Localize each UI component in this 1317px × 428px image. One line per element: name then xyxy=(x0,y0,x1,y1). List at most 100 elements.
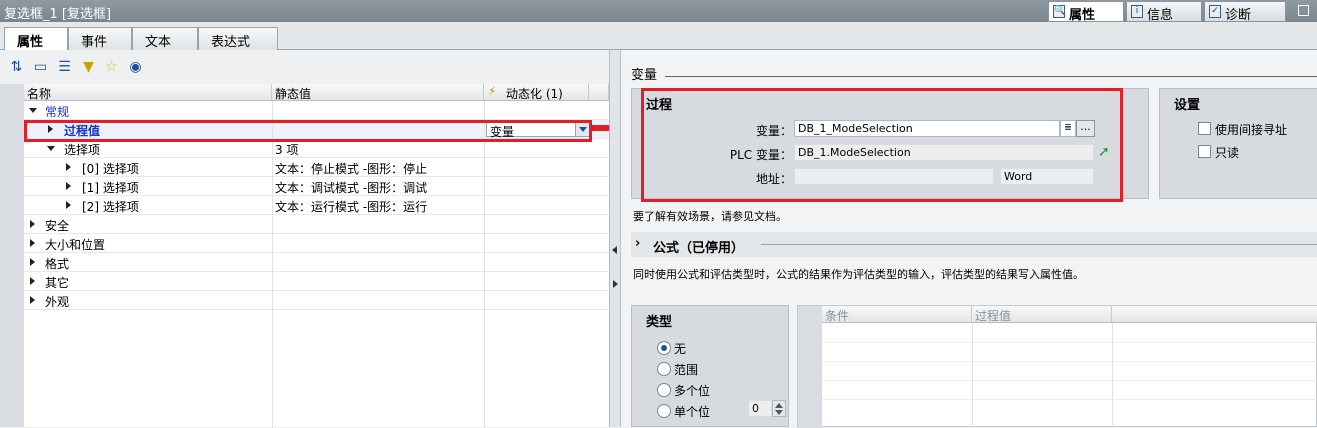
stepper-up-icon[interactable] xyxy=(775,403,783,408)
collapsed-arrow-icon[interactable] xyxy=(66,163,71,171)
row-static-value: 文本：调试模式 -图形：调试 xyxy=(275,181,428,195)
detail-pane: 变量 过程 变量： DB_1_ModeSelection ≣ ... PLC 变… xyxy=(621,50,1317,428)
row-name: 格式 xyxy=(45,257,70,271)
documentation-note: 要了解有效场景，请参见文档。 xyxy=(633,210,787,223)
type-radio-single-bit[interactable] xyxy=(657,404,671,418)
row-name: [0] 选择项 xyxy=(82,162,139,176)
tab-texts[interactable]: 文本 xyxy=(132,27,198,50)
tab-properties-inspector[interactable]: 🔍 属性 xyxy=(1048,1,1124,23)
column-divider xyxy=(972,323,973,428)
collapsed-arrow-icon[interactable] xyxy=(30,239,35,247)
indirect-addressing-checkbox[interactable] xyxy=(1198,122,1211,135)
formula-section-header[interactable]: › 公式（已停用） xyxy=(631,232,1317,257)
row-divider xyxy=(822,399,1317,400)
window-title: 复选框_1 [复选框] xyxy=(4,7,112,22)
info-icon: i xyxy=(1131,5,1143,18)
indirect-addressing-label: 使用间接寻址 xyxy=(1215,123,1288,137)
expand-arrow-icon[interactable] xyxy=(29,108,37,113)
grid-row-item-0[interactable]: [0] 选择项 文本：停止模式 -图形：停止 xyxy=(24,158,609,177)
tab-properties[interactable]: 属性 xyxy=(4,27,68,51)
tab-events[interactable]: 事件 xyxy=(68,27,132,50)
grid-row-format[interactable]: 格式 xyxy=(24,253,609,272)
property-toolbar: ⇅ ▭ ☰ ▼ ☆ ◉ xyxy=(0,50,609,84)
grid-row-size-position[interactable]: 大小和位置 xyxy=(24,234,609,253)
property-list-pane: ⇅ ▭ ☰ ▼ ☆ ◉ 名称 静态值 ⚡ 动态化 (1) 常规 过程值 变量 选… xyxy=(0,50,609,427)
collapsed-arrow-icon[interactable] xyxy=(30,277,35,285)
column-divider xyxy=(484,310,485,427)
column-header-process-value[interactable]: 过程值 xyxy=(972,306,1112,323)
section-divider xyxy=(761,244,1317,245)
row-name: [2] 选择项 xyxy=(82,200,139,214)
show-hide-eye-icon[interactable]: ◉ xyxy=(127,59,144,76)
grid-row-gutter xyxy=(0,84,24,427)
diagnostics-icon: ✓ xyxy=(1209,5,1221,18)
column-header-name[interactable]: 名称 xyxy=(24,84,272,101)
grid-row-appearance[interactable]: 外观 xyxy=(24,291,609,310)
row-static-value: 文本：运行模式 -图形：运行 xyxy=(275,200,428,214)
column-header-static[interactable]: 静态值 xyxy=(272,84,484,101)
expand-arrow-icon[interactable] xyxy=(47,146,55,151)
row-name: 选择项 xyxy=(64,143,101,157)
pane-splitter[interactable] xyxy=(609,50,621,427)
row-divider xyxy=(822,380,1317,381)
grid-row-general[interactable]: 常规 xyxy=(24,101,609,120)
tab-expressions[interactable]: 表达式 xyxy=(198,27,278,50)
collapsed-arrow-icon[interactable] xyxy=(30,258,35,266)
readonly-label: 只读 xyxy=(1215,146,1240,160)
restore-window-icon[interactable] xyxy=(1298,5,1309,16)
properties-icon: 🔍 xyxy=(1053,5,1066,18)
table-row-gutter xyxy=(798,306,822,428)
condition-table: 条件 过程值 xyxy=(797,305,1317,428)
type-radio-range[interactable] xyxy=(657,362,671,376)
favorites-star-icon[interactable]: ☆ xyxy=(103,59,120,76)
column-header-condition[interactable]: 条件 xyxy=(822,306,972,323)
bit-stepper[interactable] xyxy=(772,400,786,417)
column-divider xyxy=(272,310,273,427)
type-radio-none[interactable] xyxy=(657,341,671,355)
collapse-left-icon[interactable] xyxy=(612,246,617,254)
collapsed-arrow-icon[interactable] xyxy=(66,201,71,209)
row-name: 外观 xyxy=(45,295,70,309)
collapse-right-icon[interactable] xyxy=(613,280,618,288)
property-tabs: 属性 事件 文本 表达式 xyxy=(0,22,1317,51)
row-name: 大小和位置 xyxy=(45,238,106,252)
section-title-variable: 变量 xyxy=(631,68,658,83)
grid-row-other[interactable]: 其它 xyxy=(24,272,609,291)
stepper-down-icon[interactable] xyxy=(775,410,783,415)
title-bar: 复选框_1 [复选框] 🔍 属性 i 信息 ✓ 诊断 xyxy=(0,0,1317,23)
sort-icon[interactable]: ⇅ xyxy=(8,59,25,76)
tab-diagnostics-inspector[interactable]: ✓ 诊断 xyxy=(1204,1,1286,23)
row-name: [1] 选择项 xyxy=(82,181,139,195)
row-static-value: 文本：停止模式 -图形：停止 xyxy=(275,162,428,176)
collapsed-arrow-icon[interactable] xyxy=(66,182,71,190)
column-header-dynamic[interactable]: ⚡ 动态化 (1) xyxy=(484,84,589,101)
type-title: 类型 xyxy=(646,315,673,330)
lightning-icon: ⚡ xyxy=(488,84,497,98)
grid-row-security[interactable]: 安全 xyxy=(24,215,609,234)
row-static-value: 3 项 xyxy=(275,143,299,157)
collapsed-arrow-icon[interactable] xyxy=(30,220,35,228)
type-option-label: 范围 xyxy=(674,363,699,377)
row-divider xyxy=(822,361,1317,362)
highlight-box-process xyxy=(641,88,1123,202)
group-icon[interactable]: ▭ xyxy=(32,59,49,76)
type-option-label: 多个位 xyxy=(674,384,711,398)
highlight-box-row xyxy=(24,120,592,142)
row-name: 常规 xyxy=(45,105,70,119)
settings-title: 设置 xyxy=(1174,98,1201,113)
type-option-label: 单个位 xyxy=(674,405,711,419)
list-view-icon[interactable]: ☰ xyxy=(56,59,73,76)
formula-title: 公式（已停用） xyxy=(653,241,745,256)
tab-info-inspector[interactable]: i 信息 xyxy=(1126,1,1202,23)
filter-icon[interactable]: ▼ xyxy=(80,59,97,76)
grid-row-item-2[interactable]: [2] 选择项 文本：运行模式 -图形：运行 xyxy=(24,196,609,215)
type-radio-multiple-bits[interactable] xyxy=(657,383,671,397)
type-panel: 类型 无 范围 多个位 单个位 0 xyxy=(631,305,789,427)
collapsed-arrow-icon[interactable] xyxy=(30,296,35,304)
readonly-checkbox[interactable] xyxy=(1198,145,1211,158)
bit-number-field[interactable]: 0 xyxy=(748,400,772,417)
expand-chevron-icon[interactable]: › xyxy=(635,236,640,251)
section-divider xyxy=(665,76,1317,77)
grid-row-item-1[interactable]: [1] 选择项 文本：调试模式 -图形：调试 xyxy=(24,177,609,196)
row-name: 其它 xyxy=(45,276,70,290)
